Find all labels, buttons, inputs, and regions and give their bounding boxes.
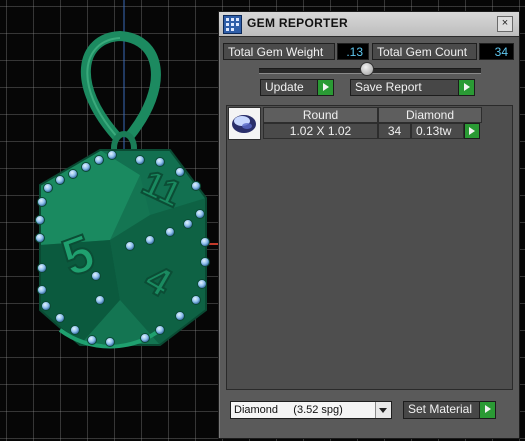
gem-stone	[91, 271, 101, 281]
gem-stone	[191, 295, 201, 305]
row-select-button[interactable]	[464, 123, 480, 139]
gem-stone	[191, 181, 201, 191]
total-gem-weight-label: Total Gem Weight	[223, 43, 335, 60]
round-gem-icon[interactable]	[228, 107, 261, 140]
gem-stone	[70, 325, 80, 335]
gem-stone	[87, 335, 97, 345]
update-button[interactable]: Update	[260, 79, 334, 96]
gem-stone	[43, 183, 53, 193]
gem-stone	[155, 157, 165, 167]
gem-stone	[135, 155, 145, 165]
gem-stone	[197, 279, 207, 289]
gem-stone	[35, 215, 45, 225]
bail-loop	[80, 30, 161, 142]
gem-stone	[105, 337, 115, 347]
gem-stone	[55, 175, 65, 185]
gem-stone	[183, 219, 193, 229]
gem-stone	[175, 167, 185, 177]
material-select-value: Diamond (3.52 spg)	[234, 404, 343, 416]
gem-stone	[94, 155, 104, 165]
update-button-label: Update	[265, 80, 304, 94]
gem-reporter-icon	[223, 15, 242, 34]
gem-stone	[37, 197, 47, 207]
gem-stone	[37, 263, 47, 273]
gem-stone	[35, 233, 45, 243]
col-header-shape: Round	[263, 107, 378, 123]
title-bar[interactable]: GEM REPORTER ×	[219, 12, 519, 37]
gem-stone	[41, 301, 51, 311]
play-arrow-icon	[317, 80, 333, 95]
gem-list: Round Diamond 1.02 X 1.02 34 0.13tw	[226, 105, 513, 390]
total-gem-weight-value: .13	[337, 43, 369, 60]
gem-stone	[200, 257, 210, 267]
set-material-button-label: Set Material	[408, 402, 473, 416]
gem-stone	[37, 285, 47, 295]
play-arrow-icon	[458, 80, 474, 95]
col-header-material: Diamond	[378, 107, 482, 123]
row-weight: 0.13tw	[411, 123, 464, 139]
gem-stone	[68, 169, 78, 179]
row-count: 34	[378, 123, 411, 139]
gem-stone	[81, 162, 91, 172]
gem-stone	[195, 209, 205, 219]
gem-stone	[107, 150, 117, 160]
set-material-button[interactable]: Set Material	[403, 401, 496, 419]
save-report-button-label: Save Report	[355, 80, 422, 94]
gem-stone	[145, 235, 155, 245]
save-report-button[interactable]: Save Report	[350, 79, 475, 96]
gem-preview	[232, 115, 256, 133]
total-gem-count-label: Total Gem Count	[372, 43, 477, 60]
play-arrow-icon	[469, 127, 475, 135]
close-icon[interactable]: ×	[497, 16, 513, 32]
gem-stone	[125, 241, 135, 251]
chevron-down-icon[interactable]	[375, 402, 391, 418]
gem-stone	[165, 227, 175, 237]
play-arrow-icon	[479, 402, 495, 418]
gem-stone	[155, 325, 165, 335]
gem-reporter-panel: GEM REPORTER × Total Gem Weight .13 Tota…	[218, 11, 520, 439]
row-size: 1.02 X 1.02	[263, 123, 378, 139]
gem-stone	[95, 295, 105, 305]
slider-thumb[interactable]	[360, 62, 374, 76]
gem-stone	[200, 237, 210, 247]
gem-stone	[140, 333, 150, 343]
gem-stone	[55, 313, 65, 323]
total-gem-count-value: 34	[479, 43, 514, 60]
material-select[interactable]: Diamond (3.52 spg)	[230, 401, 392, 419]
window-title: GEM REPORTER	[247, 16, 348, 30]
gem-stone	[175, 311, 185, 321]
